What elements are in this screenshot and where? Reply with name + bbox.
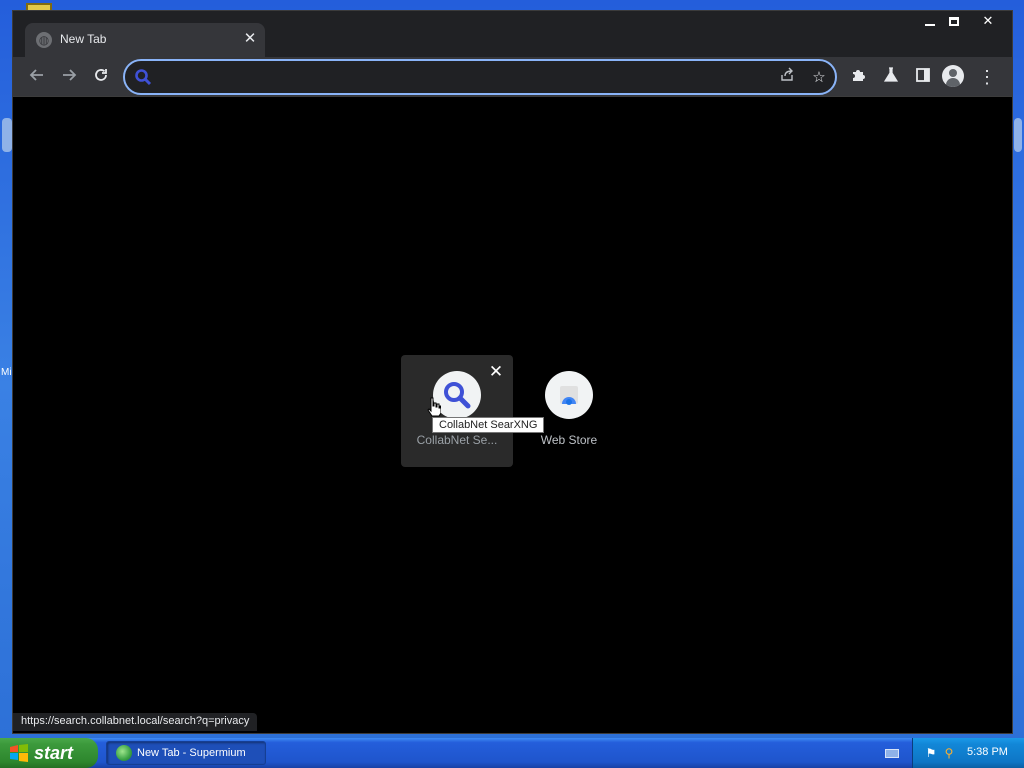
- keyboard-icon[interactable]: [885, 749, 899, 758]
- forward-button[interactable]: [55, 63, 83, 91]
- close-tab-icon[interactable]: ✕: [241, 30, 259, 48]
- address-input[interactable]: [159, 67, 759, 87]
- title-bar: ◍ New Tab ✕ ✕: [13, 11, 1012, 57]
- remove-shortcut-icon[interactable]: ✕: [487, 363, 505, 381]
- bookmark-star-icon[interactable]: ☆: [807, 66, 831, 90]
- shortcut-tile-web-store[interactable]: Web Store: [513, 355, 625, 467]
- start-label: start: [34, 743, 74, 763]
- desktop-icon[interactable]: [1014, 118, 1022, 152]
- reload-icon: [95, 69, 107, 81]
- shortcut-label: CollabNet Se...: [416, 433, 498, 447]
- globe-icon: ◍: [36, 32, 52, 48]
- side-panel-icon: [916, 68, 930, 82]
- hand-cursor-icon: [427, 397, 441, 417]
- network-icon[interactable]: ⚑: [923, 745, 939, 761]
- shortcut-tooltip: CollabNet SearXNG: [432, 417, 545, 433]
- labs-button[interactable]: [877, 63, 905, 91]
- supermium-icon: [116, 745, 132, 761]
- share-icon[interactable]: [775, 66, 799, 90]
- search-tray-icon[interactable]: ⚲: [941, 745, 957, 761]
- close-window-button[interactable]: ✕: [971, 11, 1005, 31]
- profile-avatar-icon[interactable]: [942, 65, 964, 87]
- tab-new-tab[interactable]: ◍ New Tab ✕: [25, 23, 265, 57]
- browser-toolbar: ☆ ⋮: [13, 57, 1012, 97]
- taskbar-window-button[interactable]: New Tab - Supermium: [106, 741, 266, 765]
- start-button[interactable]: start: [0, 738, 98, 768]
- maximize-button[interactable]: [939, 11, 969, 31]
- reload-button[interactable]: [87, 63, 115, 91]
- search-icon: [135, 69, 152, 86]
- system-tray: ⚑ ⚲ 5:38 PM: [912, 738, 1024, 768]
- side-panel-button[interactable]: [909, 63, 937, 91]
- extensions-button[interactable]: [845, 63, 873, 91]
- shortcut-label: Web Store: [540, 433, 598, 447]
- status-url-bar: https://search.collabnet.local/search?q=…: [13, 713, 258, 731]
- clock[interactable]: 5:38 PM: [967, 746, 1008, 758]
- tab-title: New Tab: [60, 32, 107, 46]
- windows-logo-icon: [10, 744, 28, 762]
- new-tab-page: ✕ CollabNet Se... Web Store CollabNet Se…: [13, 97, 1012, 733]
- taskbar-window-label: New Tab - Supermium: [137, 747, 246, 759]
- shortcut-icon: [545, 371, 593, 419]
- back-button[interactable]: [23, 63, 51, 91]
- taskbar: start New Tab - Supermium ⚑ ⚲ 5:38 PM: [0, 738, 1024, 768]
- puzzle-icon: [853, 70, 865, 81]
- desktop-icon-label: Mi: [1, 367, 12, 378]
- forward-arrow-icon: [63, 69, 77, 81]
- desktop-icon[interactable]: [2, 118, 12, 152]
- address-bar[interactable]: ☆: [123, 59, 837, 95]
- shortcut-tile-collabnet[interactable]: ✕ CollabNet Se...: [401, 355, 513, 467]
- menu-kebab-icon[interactable]: ⋮: [973, 63, 1001, 91]
- web-store-icon: [560, 386, 578, 405]
- back-arrow-icon: [29, 69, 43, 81]
- browser-window: ◍ New Tab ✕ ✕ ☆ ⋮ ✕ CollabNet Se... Web …: [12, 10, 1013, 734]
- flask-icon: [883, 67, 899, 82]
